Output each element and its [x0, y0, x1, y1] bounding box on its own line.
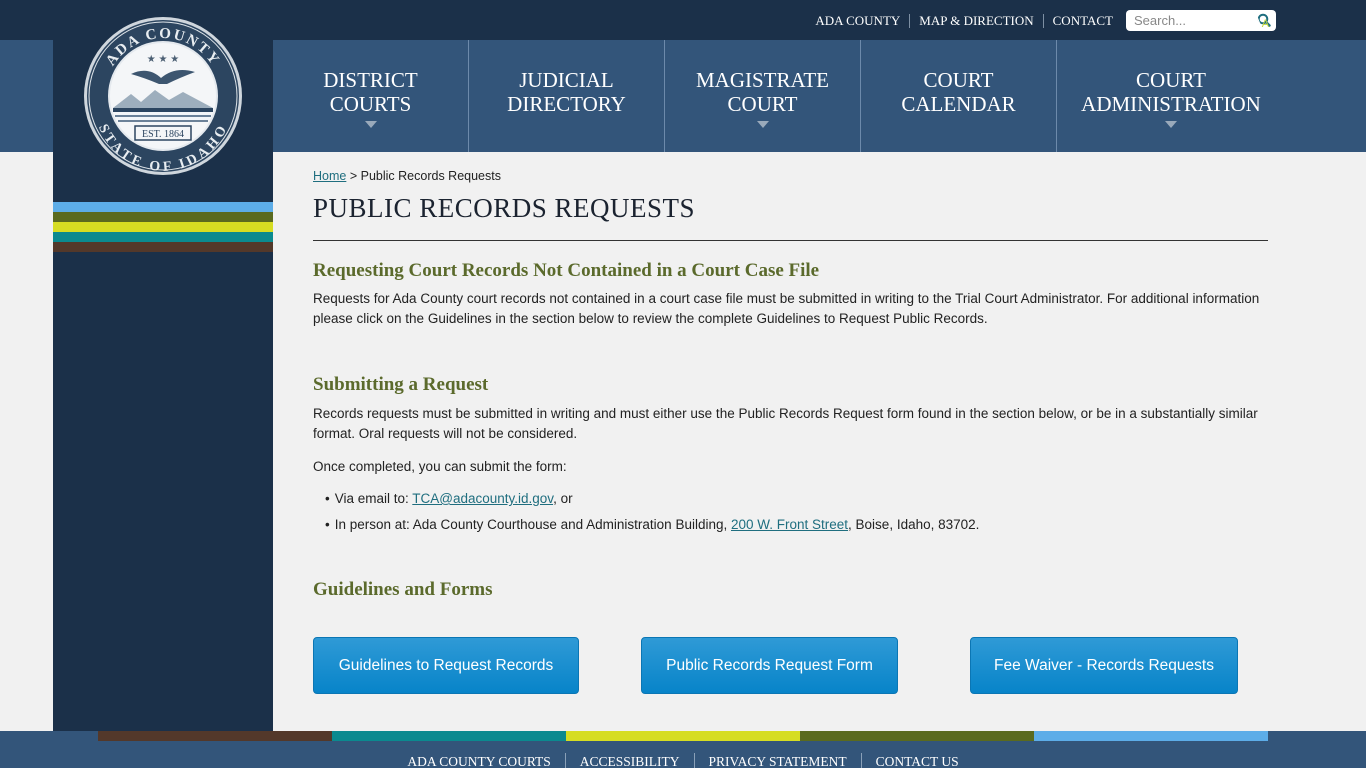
nav-item-district-courts[interactable]: DISTRICT COURTS — [273, 40, 469, 152]
main-nav: DISTRICT COURTS JUDICIAL DIRECTORY MAGIS… — [273, 40, 1285, 152]
nav-label-line2: ADMINISTRATION — [1081, 92, 1261, 116]
page-title: PUBLIC RECORDS REQUESTS — [313, 193, 696, 223]
nav-label-line1: MAGISTRATE — [695, 68, 829, 92]
nav-label-line2: COURTS — [329, 92, 412, 116]
ada-county-seal-logo[interactable]: ADA COUNTY STATE OF IDAHO ★ ★ ★ EST. 186… — [83, 16, 243, 176]
submission-methods-list: Via email to: TCA@adacounty.id.gov, or I… — [313, 489, 1268, 535]
nav-label-line1: JUDICIAL — [519, 68, 614, 92]
nav-label-line2: COURT — [727, 92, 798, 116]
nav-label-line1: DISTRICT — [323, 68, 418, 92]
search-input[interactable] — [1126, 10, 1251, 31]
section-heading-requesting: Requesting Court Records Not Contained i… — [313, 260, 820, 281]
caret-down-icon — [364, 121, 377, 128]
stripe — [53, 232, 273, 242]
nav-label-line2: CALENDAR — [901, 92, 1016, 116]
fee-waiver-button[interactable]: Fee Waiver - Records Requests — [970, 637, 1238, 694]
nav-label-line1: COURT — [1136, 68, 1206, 92]
nav-item-court-calendar[interactable]: COURT CALENDAR — [861, 40, 1057, 152]
caret-down-icon — [1165, 121, 1177, 128]
divider — [1042, 13, 1044, 28]
color-stripes — [53, 202, 273, 252]
divider — [860, 753, 862, 768]
request-form-button[interactable]: Public Records Request Form — [641, 637, 898, 694]
utility-link-ada-county[interactable]: ADA COUNTY — [815, 13, 900, 29]
section-body-once-completed: Once completed, you can submit the form: — [313, 459, 567, 474]
nav-item-judicial-directory[interactable]: JUDICIAL DIRECTORY — [469, 40, 665, 152]
utility-link-map-direction[interactable]: MAP & DIRECTION — [919, 13, 1033, 29]
section-body-submitting: Records requests must be submitted in wr… — [313, 406, 1258, 441]
list-item-email: Via email to: TCA@adacounty.id.gov, or — [325, 489, 1268, 509]
title-divider — [313, 240, 1268, 241]
nav-item-court-administration[interactable]: COURT ADMINISTRATION — [1057, 40, 1285, 152]
svg-text:★ ★ ★: ★ ★ ★ — [147, 54, 179, 65]
email-prefix: Via email to: — [334, 491, 413, 506]
footer-color-stripes — [98, 731, 1268, 741]
text-size-controls: AAA — [1241, 12, 1269, 32]
stripe — [332, 731, 566, 741]
person-suffix: , Boise, Idaho, 83702. — [848, 517, 980, 532]
person-prefix: In person at: Ada County Courthouse and … — [334, 517, 731, 532]
stripe — [1034, 731, 1268, 741]
divider — [693, 753, 695, 768]
footer-link-accessibility[interactable]: ACCESSIBILITY — [580, 754, 680, 768]
address-link[interactable]: 200 W. Front Street — [731, 517, 848, 532]
stripe — [53, 222, 273, 232]
utility-nav: ADA COUNTY MAP & DIRECTION CONTACT — [815, 10, 1276, 31]
nav-label-line2: DIRECTORY — [507, 92, 626, 116]
text-size-small[interactable]: A — [1262, 18, 1269, 30]
footer-link-privacy-statement[interactable]: PRIVACY STATEMENT — [709, 754, 847, 768]
caret-down-icon — [756, 121, 769, 128]
stripe — [53, 212, 273, 222]
section-heading-guidelines: Guidelines and Forms — [313, 579, 493, 600]
breadcrumb-separator: > — [349, 169, 358, 183]
list-item-in-person: In person at: Ada County Courthouse and … — [325, 515, 1268, 535]
email-link[interactable]: TCA@adacounty.id.gov — [412, 491, 553, 506]
text-size-large[interactable]: A — [1241, 12, 1252, 32]
utility-link-contact[interactable]: CONTACT — [1053, 13, 1113, 29]
breadcrumb-home-link[interactable]: Home — [313, 169, 346, 183]
nav-label-line1: COURT — [923, 68, 994, 92]
svg-text:EST. 1864: EST. 1864 — [142, 129, 184, 140]
footer-nav: ADA COUNTY COURTS ACCESSIBILITY PRIVACY … — [0, 753, 1366, 768]
stripe — [53, 202, 273, 212]
forms-buttons: Guidelines to Request Records Public Rec… — [313, 637, 1268, 694]
guidelines-button[interactable]: Guidelines to Request Records — [313, 637, 579, 694]
stripe — [53, 242, 273, 252]
nav-item-magistrate-court[interactable]: MAGISTRATE COURT — [665, 40, 861, 152]
stripe — [98, 731, 332, 741]
email-suffix: , or — [553, 491, 573, 506]
sidebar: ADA COUNTY STATE OF IDAHO ★ ★ ★ EST. 186… — [53, 0, 273, 731]
footer-link-contact-us[interactable]: CONTACT US — [876, 754, 959, 768]
breadcrumb-current: Public Records Requests — [360, 169, 501, 183]
divider — [909, 13, 911, 28]
footer: ADA COUNTY COURTS ACCESSIBILITY PRIVACY … — [0, 731, 1366, 768]
main-content: Home > Public Records Requests PUBLIC RE… — [313, 152, 1268, 694]
stripe — [566, 731, 800, 741]
footer-link-ada-county-courts[interactable]: ADA COUNTY COURTS — [407, 754, 550, 768]
divider — [564, 753, 566, 768]
stripe — [800, 731, 1034, 741]
section-heading-submitting: Submitting a Request — [313, 374, 489, 395]
text-size-medium[interactable]: A — [1252, 14, 1261, 30]
breadcrumb: Home > Public Records Requests — [313, 169, 1268, 183]
section-body-requesting: Requests for Ada County court records no… — [313, 291, 1260, 326]
